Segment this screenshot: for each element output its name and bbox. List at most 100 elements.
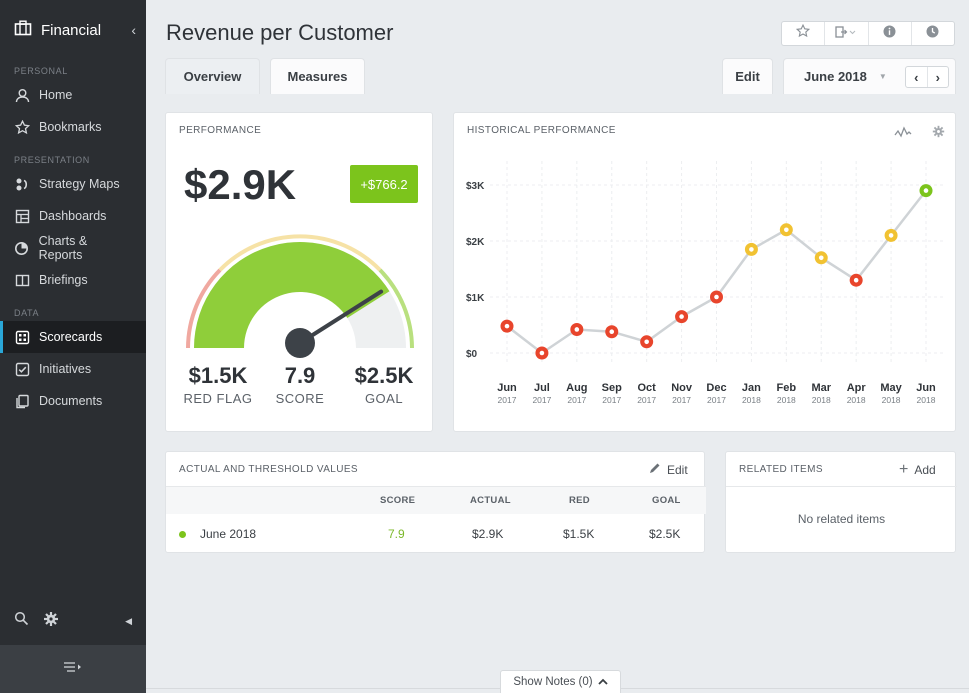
sidebar: Financial ‹ PERSONAL Home Bookmarks PRES… bbox=[0, 0, 146, 693]
export-button[interactable] bbox=[825, 22, 869, 45]
document-icon bbox=[14, 393, 30, 409]
collapse-left-icon[interactable]: ◀ bbox=[125, 616, 132, 627]
y-tick-label: $2K bbox=[466, 237, 485, 248]
score-stat: 7.9 SCORE bbox=[262, 363, 338, 406]
tab-measures[interactable]: Measures bbox=[270, 58, 365, 94]
sidebar-item-strategy-maps[interactable]: Strategy Maps bbox=[0, 168, 146, 200]
goal-value: $2.5K bbox=[354, 363, 414, 388]
export-icon bbox=[835, 25, 857, 43]
tab-overview[interactable]: Overview bbox=[165, 58, 260, 94]
sidebar-item-label: Dashboards bbox=[39, 209, 107, 223]
history-button[interactable] bbox=[912, 22, 954, 45]
show-notes-button[interactable]: Show Notes (0) bbox=[500, 670, 621, 693]
add-label: Add bbox=[914, 463, 936, 477]
checkbox-icon bbox=[14, 361, 30, 377]
data-point-center bbox=[714, 294, 719, 300]
edit-button[interactable]: Edit bbox=[722, 58, 773, 94]
sidebar-item-label: Charts & Reports bbox=[38, 234, 88, 262]
col-score: SCORE bbox=[380, 495, 416, 506]
sidebar-header: Financial ‹ bbox=[0, 0, 146, 60]
data-point-center bbox=[644, 339, 649, 345]
data-point-center bbox=[923, 188, 929, 193]
historical-chart: $0$1K$2K$3KJun2017Jul2017Aug2017Sep2017O… bbox=[466, 161, 944, 405]
period-selector[interactable]: June 2018 ▼ ‹ › bbox=[783, 58, 956, 94]
x-tick-year: 2018 bbox=[742, 395, 761, 405]
search-icon[interactable] bbox=[14, 611, 29, 631]
sidebar-item-briefings[interactable]: Briefings bbox=[0, 264, 146, 296]
x-tick-year: 2017 bbox=[707, 395, 726, 405]
sidebar-title: Financial bbox=[41, 21, 102, 39]
x-tick-month: Jul bbox=[534, 382, 550, 394]
gauge-hub bbox=[285, 328, 315, 358]
gear-icon[interactable] bbox=[43, 611, 59, 632]
period-nav: ‹ › bbox=[905, 66, 949, 88]
collapse-chevron-icon[interactable]: ‹ bbox=[131, 22, 136, 38]
add-related-button[interactable]: + Add bbox=[899, 461, 936, 479]
sidebar-item-charts-reports[interactable]: Charts & Reports bbox=[0, 232, 146, 264]
x-tick-year: 2018 bbox=[917, 395, 936, 405]
sidebar-item-dashboards[interactable]: Dashboards bbox=[0, 200, 146, 232]
x-tick-year: 2017 bbox=[567, 395, 586, 405]
data-point-center bbox=[749, 247, 754, 252]
x-tick-year: 2018 bbox=[777, 395, 796, 405]
sidebar-item-initiatives[interactable]: Initiatives bbox=[0, 353, 146, 385]
performance-card: PERFORMANCE $2.9K +$766.2 $1.5K RED FLAG… bbox=[165, 112, 433, 432]
book-icon bbox=[14, 272, 30, 288]
info-button[interactable] bbox=[869, 22, 912, 45]
sidebar-item-label: Bookmarks bbox=[39, 120, 102, 134]
section-presentation: PRESENTATION bbox=[14, 155, 90, 165]
table-row[interactable]: June 2018 7.9 $2.9K $1.5K $2.5K bbox=[166, 515, 706, 553]
pie-chart-icon bbox=[14, 240, 30, 256]
row-score: 7.9 bbox=[388, 527, 405, 541]
score-label: SCORE bbox=[275, 391, 325, 406]
sidebar-item-label: Briefings bbox=[39, 273, 88, 287]
data-point-center bbox=[888, 233, 894, 238]
sidebar-item-label: Documents bbox=[39, 394, 103, 408]
user-icon bbox=[14, 87, 30, 103]
red-flag-stat: $1.5K RED FLAG bbox=[176, 363, 260, 406]
data-point-center bbox=[574, 327, 580, 332]
data-point-center bbox=[818, 255, 824, 261]
sidebar-item-label: Scorecards bbox=[39, 330, 103, 344]
x-tick-year: 2017 bbox=[498, 395, 517, 405]
actuals-edit-button[interactable]: Edit bbox=[649, 462, 688, 477]
period-label: June 2018 bbox=[804, 69, 867, 84]
star-icon bbox=[14, 119, 30, 135]
sidebar-item-bookmarks[interactable]: Bookmarks bbox=[0, 111, 146, 143]
score-value: 7.9 bbox=[284, 363, 316, 388]
x-tick-year: 2018 bbox=[847, 395, 866, 405]
x-tick-month: Oct bbox=[637, 382, 656, 394]
red-flag-value: $1.5K bbox=[188, 363, 248, 388]
row-actual: $2.9K bbox=[472, 527, 504, 541]
x-tick-month: May bbox=[880, 382, 902, 394]
related-items-card: RELATED ITEMS + Add No related items bbox=[725, 451, 957, 553]
x-tick-month: Apr bbox=[847, 382, 867, 394]
x-tick-year: 2017 bbox=[637, 395, 656, 405]
strategy-map-icon bbox=[14, 176, 30, 192]
x-tick-month: Feb bbox=[777, 382, 797, 394]
sidebar-item-scorecards[interactable]: Scorecards bbox=[0, 321, 146, 353]
x-tick-month: Mar bbox=[811, 382, 831, 394]
x-tick-month: Sep bbox=[602, 382, 622, 394]
dashboard-icon bbox=[14, 208, 30, 224]
bookmark-star-button[interactable] bbox=[782, 22, 826, 45]
status-dot bbox=[179, 531, 186, 538]
page-title: Revenue per Customer bbox=[166, 20, 394, 45]
related-title: RELATED ITEMS bbox=[739, 464, 823, 475]
sidebar-item-home[interactable]: Home bbox=[0, 79, 146, 111]
x-tick-month: Jun bbox=[916, 382, 936, 394]
next-period-button[interactable]: › bbox=[928, 67, 949, 87]
data-point-center bbox=[609, 329, 615, 335]
actuals-edit-label: Edit bbox=[667, 462, 688, 477]
gauge bbox=[186, 234, 414, 358]
x-tick-month: Dec bbox=[706, 382, 726, 394]
sidebar-item-documents[interactable]: Documents bbox=[0, 385, 146, 417]
sidebar-footer[interactable] bbox=[0, 645, 146, 693]
goal-label: GOAL bbox=[364, 391, 404, 406]
previous-period-button[interactable]: ‹ bbox=[906, 67, 928, 87]
menu-expand-icon[interactable] bbox=[63, 660, 83, 678]
show-notes-label: Show Notes (0) bbox=[513, 676, 593, 688]
table-header-row bbox=[166, 487, 706, 514]
x-tick-year: 2018 bbox=[882, 395, 901, 405]
x-tick-year: 2017 bbox=[532, 395, 551, 405]
